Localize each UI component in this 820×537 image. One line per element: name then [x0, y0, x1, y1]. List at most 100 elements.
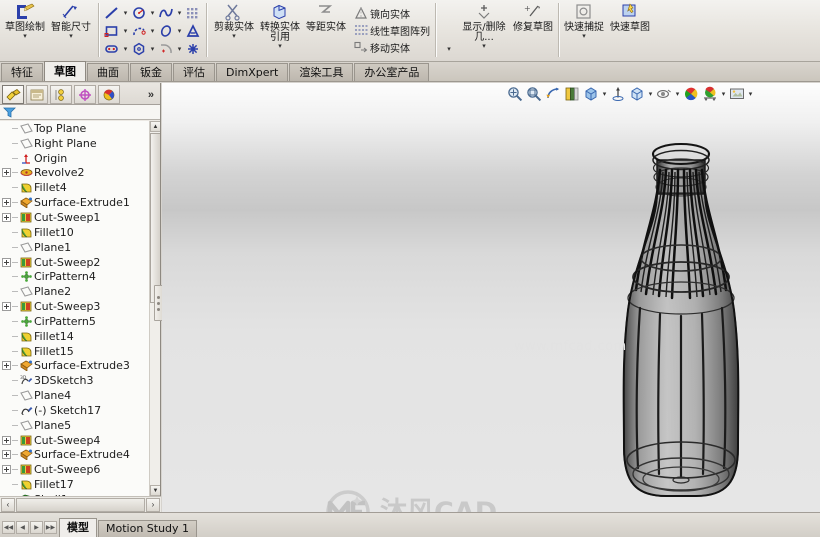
feature-tree-item[interactable]: Cut-Sweep2: [0, 255, 149, 270]
feature-tree-item[interactable]: Cut-Sweep1: [0, 210, 149, 225]
polygon-dropdown[interactable]: ▾: [149, 45, 156, 53]
feature-tree-item[interactable]: Fillet10: [0, 225, 149, 240]
tree-expand-toggle[interactable]: [2, 450, 11, 460]
tab-render-tools[interactable]: 渲染工具: [289, 63, 354, 81]
tree-expand-toggle[interactable]: [2, 212, 11, 222]
fillet-dropdown[interactable]: ▾: [176, 45, 183, 53]
tree-expand-toggle[interactable]: [2, 435, 11, 445]
tab-motion-study-1[interactable]: Motion Study 1: [98, 520, 198, 537]
tab-model[interactable]: 模型: [59, 518, 97, 537]
display-delete-relations-button[interactable]: 显示/删除几... ▾: [458, 0, 510, 61]
feature-tree-item[interactable]: Fillet17: [0, 477, 149, 492]
zoom-to-area-icon[interactable]: [525, 84, 543, 104]
tree-expand-toggle[interactable]: [2, 168, 11, 178]
feature-tree-item[interactable]: Cut-Sweep4: [0, 433, 149, 448]
zoom-to-fit-icon[interactable]: [506, 84, 524, 104]
feature-tree-item[interactable]: Top Plane: [0, 121, 149, 136]
configuration-manager-tab[interactable]: [50, 85, 72, 104]
feature-tree-item[interactable]: Surface-Extrude4: [0, 448, 149, 463]
text-icon[interactable]: [183, 22, 203, 39]
display-style-icon[interactable]: [628, 84, 646, 104]
view-normal-to-icon[interactable]: [609, 84, 627, 104]
offset-entities-button[interactable]: 等距实体: [303, 0, 349, 61]
repair-sketch-button[interactable]: + 修复草图: [510, 0, 556, 61]
tree-expand-toggle[interactable]: [2, 361, 11, 371]
graphics-area[interactable]: ▾ ▾ ▾ ▾ ▾ www.mfcad.com: [162, 83, 820, 512]
linear-sketch-pattern-item[interactable]: 线性草图阵列: [352, 23, 430, 39]
quick-snaps-dropdown[interactable]: ▾: [582, 33, 586, 40]
feature-tree-item[interactable]: Plane2: [0, 284, 149, 299]
tab-dimxpert[interactable]: DimXpert: [216, 63, 289, 81]
line-icon[interactable]: [102, 4, 122, 21]
trim-entities-button[interactable]: 剪裁实体 ▾: [211, 0, 257, 61]
line-dropdown[interactable]: ▾: [122, 9, 129, 17]
property-manager-tab[interactable]: [26, 85, 48, 104]
view-settings-icon[interactable]: [728, 84, 746, 104]
convert-entities-button[interactable]: 转换实体引用 ▾: [257, 0, 303, 61]
slot-dropdown[interactable]: ▾: [122, 45, 129, 53]
feature-tree-item[interactable]: (-) Sketch17: [0, 403, 149, 418]
feature-tree-item[interactable]: Surface-Extrude1: [0, 195, 149, 210]
display-relations-collapse-arrow[interactable]: ▾: [447, 46, 451, 53]
tree-scroll-up-button[interactable]: ▲: [150, 121, 160, 132]
feature-tree-item[interactable]: CirPattern5: [0, 314, 149, 329]
fillet-icon[interactable]: [156, 40, 176, 57]
tab-sheetmetal[interactable]: 钣金: [130, 63, 172, 81]
tab-office-products[interactable]: 办公室产品: [354, 63, 430, 81]
display-style-dropdown[interactable]: ▾: [647, 90, 654, 98]
rectangle-icon[interactable]: [102, 22, 122, 39]
view-orientation-dropdown[interactable]: ▾: [601, 90, 608, 98]
ellipse-icon[interactable]: [156, 22, 176, 39]
hide-show-items-icon[interactable]: [655, 84, 673, 104]
move-entities-item[interactable]: 移动实体: [352, 40, 430, 56]
quick-snaps-button[interactable]: 快速捕捉 ▾: [561, 0, 607, 61]
feature-tree-item[interactable]: Right Plane: [0, 136, 149, 151]
view-orientation-icon[interactable]: [582, 84, 600, 104]
tab-features[interactable]: 特征: [1, 63, 43, 81]
tree-scroll-left-button[interactable]: ‹: [1, 497, 15, 512]
apply-scene-icon[interactable]: [701, 84, 719, 104]
feature-tree-item[interactable]: Origin: [0, 151, 149, 166]
nav-first-button[interactable]: ◀◀: [2, 521, 15, 534]
tree-expand-toggle[interactable]: [2, 198, 11, 208]
feature-tree-item[interactable]: Fillet15: [0, 344, 149, 359]
point-icon[interactable]: [183, 40, 203, 57]
arc-dropdown[interactable]: ▾: [149, 27, 156, 35]
polygon-icon[interactable]: [129, 40, 149, 57]
hide-show-items-dropdown[interactable]: ▾: [674, 90, 681, 98]
tree-expand-toggle[interactable]: [2, 302, 11, 312]
smart-dimension-dropdown[interactable]: ▾: [69, 33, 73, 40]
feature-tree-item[interactable]: Plane1: [0, 240, 149, 255]
spline-icon[interactable]: [156, 4, 176, 21]
tab-sketch[interactable]: 草图: [44, 61, 86, 81]
smart-dimension-button[interactable]: 智能尺寸 ▾: [48, 0, 94, 61]
section-view-icon[interactable]: [563, 84, 581, 104]
feature-tree-filter[interactable]: [0, 105, 160, 120]
nav-prev-button[interactable]: ◀: [16, 521, 29, 534]
bottle-model[interactable]: [562, 130, 802, 512]
feature-manager-tab[interactable]: [2, 85, 24, 104]
slot-icon[interactable]: [102, 40, 122, 57]
tree-scroll-thumb[interactable]: [150, 133, 160, 303]
tree-expand-toggle[interactable]: [2, 465, 11, 475]
sketch-button[interactable]: 草图绘制 ▾: [2, 0, 48, 61]
feature-tree-item[interactable]: Revolve2: [0, 166, 149, 181]
feature-tree-item[interactable]: Fillet14: [0, 329, 149, 344]
feature-tree-item[interactable]: CirPattern4: [0, 269, 149, 284]
feature-tree-item[interactable]: Fillet4: [0, 180, 149, 195]
circle-dropdown[interactable]: ▾: [149, 9, 156, 17]
display-manager-tab[interactable]: [98, 85, 120, 104]
tab-evaluate[interactable]: 评估: [173, 63, 215, 81]
feature-tree-item[interactable]: Surface-Extrude3: [0, 359, 149, 374]
display-relations-collapse[interactable]: ▾: [440, 0, 458, 61]
feature-tree-item[interactable]: Cut-Sweep6: [0, 462, 149, 477]
tree-expand-toggle[interactable]: [2, 257, 11, 267]
ellipse-dropdown[interactable]: ▾: [176, 27, 183, 35]
rapid-sketch-button[interactable]: 快速草图: [607, 0, 653, 61]
nav-next-button[interactable]: ▶: [30, 521, 43, 534]
dimxpert-manager-tab[interactable]: [74, 85, 96, 104]
trim-entities-dropdown[interactable]: ▾: [232, 33, 236, 40]
tree-hscroll-thumb[interactable]: [16, 497, 145, 512]
manager-tabs-more[interactable]: »: [148, 89, 154, 101]
previous-view-icon[interactable]: [544, 84, 562, 104]
